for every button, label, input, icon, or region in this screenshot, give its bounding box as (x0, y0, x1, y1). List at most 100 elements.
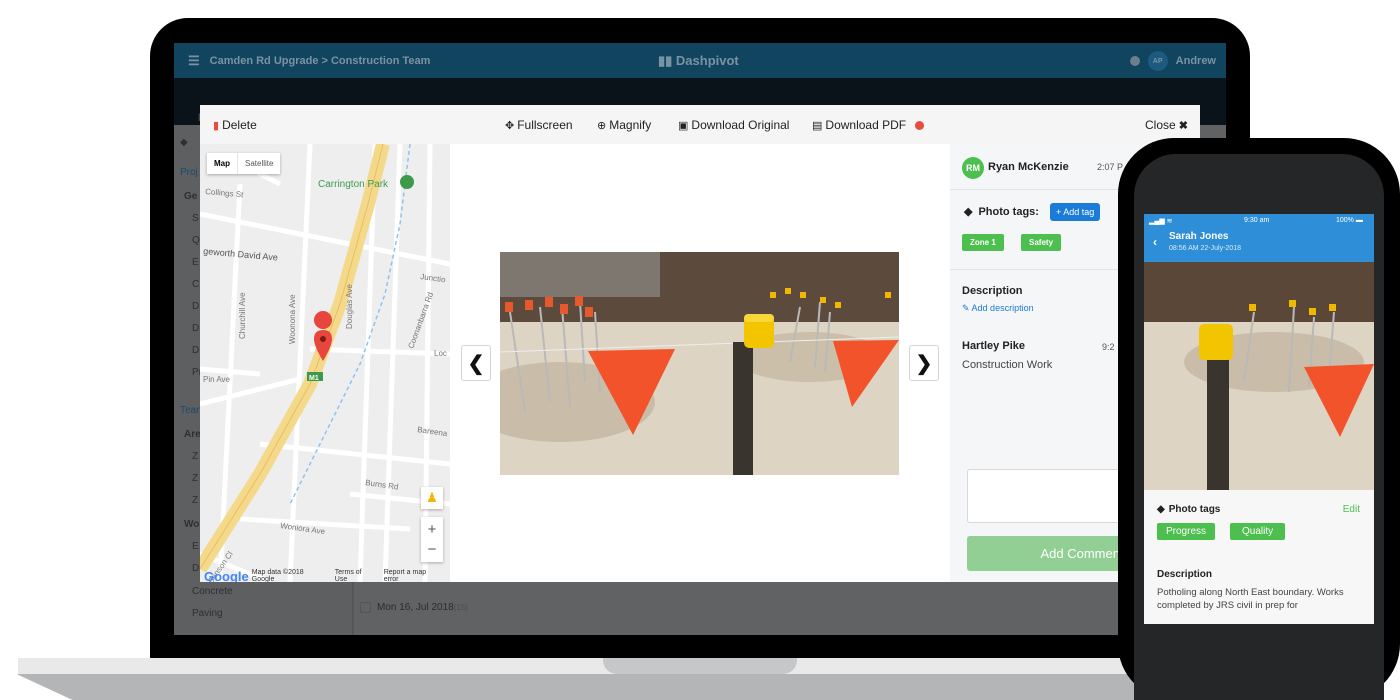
street-view-pegman-icon[interactable]: ♟ (421, 487, 443, 509)
map-zoom-out-button[interactable]: − (428, 540, 437, 560)
photo-time: 2:07 P (1097, 162, 1124, 172)
map-footer: Google Map data ©2018 Google Terms of Us… (200, 568, 450, 583)
author-avatar: RM (962, 157, 984, 179)
svg-text:Churchill Ave: Churchill Ave (238, 292, 247, 339)
add-description-link[interactable]: ✎ Add description (962, 303, 1034, 314)
image-icon: ▣ (678, 119, 689, 132)
phone-description-heading: Description (1157, 569, 1213, 580)
phone-tag-badge[interactable]: Quality (1230, 523, 1286, 540)
phone-tag-badge[interactable]: Progress (1157, 523, 1216, 540)
map-type-toggle: Map Satellite (207, 153, 281, 174)
svg-text:Bareena: Bareena (417, 425, 449, 438)
user-name[interactable]: Andrew (1176, 55, 1216, 67)
location-map[interactable]: Collings St geworth David Ave Churchill … (200, 144, 450, 582)
svg-text:Pin Ave: Pin Ave (203, 375, 231, 384)
recording-dot (915, 120, 925, 130)
author-name: Ryan McKenzie (988, 161, 1069, 173)
close-icon: ✖ (1178, 119, 1188, 132)
phone-header: ▂▄▆ ≋ 9:30 am 100% ▬ ‹ Sarah Jones 08:56… (1144, 214, 1374, 262)
field-author: Hartley Pike (962, 340, 1025, 352)
bar-chart-icon: ▮▮ (658, 53, 676, 68)
svg-text:Coonanbarra Rd: Coonanbarra Rd (406, 291, 435, 350)
sidebar-item-concrete[interactable]: Concrete (192, 586, 233, 597)
tag-icon: ◆ (1157, 504, 1165, 515)
sidebar-item[interactable]: D (192, 301, 199, 312)
app-header: ☰ Camden Rd Upgrade > Construction Team … (174, 43, 1226, 78)
tag-icon: ◆ (180, 137, 188, 148)
field-value: Construction Work (962, 359, 1053, 371)
map-terms-link[interactable]: Terms of Use (335, 569, 375, 582)
map-zoom-in-button[interactable]: + (428, 520, 437, 540)
phone-details: ◆ Photo tags Edit Progress Quality Descri… (1144, 490, 1374, 624)
download-original-button[interactable]: ▣ Download Original (678, 118, 789, 132)
add-tag-button[interactable]: + Add tag (1050, 203, 1101, 221)
tag-badge[interactable]: Safety (1021, 234, 1062, 251)
sidebar-group-areas: Are (184, 429, 201, 440)
sidebar-item[interactable]: D (192, 323, 199, 334)
delete-button[interactable]: ▮ Delete (213, 118, 257, 132)
sidebar-item[interactable]: Z (192, 451, 198, 462)
sidebar-team-link[interactable]: Tear (180, 405, 199, 416)
photo-tags-heading: ◆ Photo tags: (964, 205, 1039, 219)
word-file-icon: ▤ (812, 119, 823, 132)
zoom-in-icon: ⊕ (597, 119, 607, 132)
tag-badge[interactable]: Zone 1 (962, 234, 1004, 251)
map-type-map[interactable]: Map (207, 153, 237, 174)
svg-text:M1: M1 (309, 375, 319, 382)
google-logo: Google (204, 568, 249, 583)
field-time: 9:2 (1102, 342, 1115, 352)
sidebar-item[interactable]: Z (192, 473, 198, 484)
user-avatar[interactable]: AP (1147, 51, 1168, 71)
svg-text:Douglas Ave: Douglas Ave (345, 284, 354, 329)
previous-photo-button[interactable]: ❮ (461, 345, 491, 381)
photo-image (500, 252, 899, 475)
sidebar-item[interactable]: Q (192, 235, 200, 246)
description-heading: Description (962, 285, 1023, 297)
sidebar-project-link[interactable]: Proj (180, 167, 198, 178)
help-icon[interactable] (1129, 56, 1140, 66)
sidebar-item[interactable]: E (192, 257, 199, 268)
map-zoom-controls: + − (421, 517, 443, 562)
chevron-left-icon: ❮ (467, 352, 485, 375)
photo-viewer-modal: ▮ Delete ✥ Fullscreen ⊕ Magnify ▣ Download O… (200, 105, 1200, 582)
laptop-notch (603, 658, 797, 674)
date-group-count: (15) (453, 603, 468, 612)
sidebar-item[interactable]: Z (192, 495, 198, 506)
status-time: 9:30 am (1244, 217, 1270, 224)
brand-logo: ▮▮ Dashpivot (658, 53, 739, 69)
map-type-satellite[interactable]: Satellite (237, 153, 280, 174)
sidebar-item[interactable]: E (192, 541, 199, 552)
back-chevron-icon[interactable]: ‹ (1153, 235, 1157, 249)
download-pdf-button[interactable]: ▤ Download PDF (812, 118, 925, 132)
phone-title: Sarah Jones (1169, 231, 1229, 242)
phone-photo-tags-heading: ◆ Photo tags (1157, 504, 1221, 515)
breadcrumb[interactable]: Camden Rd Upgrade > Construction Team (210, 55, 431, 67)
user-menu[interactable]: AP Andrew (1129, 51, 1216, 71)
menu-icon[interactable]: ☰ (188, 53, 200, 69)
sidebar-item[interactable]: D (192, 563, 199, 574)
tag-icon: ◆ (964, 206, 973, 218)
sidebar-item[interactable]: D (192, 345, 199, 356)
date-group-row[interactable]: Mon 16, Jul 2018 (15) (360, 602, 468, 613)
map-report-link[interactable]: Report a map error (384, 569, 441, 582)
close-button[interactable]: Close ✖ (1145, 118, 1188, 132)
map-data-credit: Map data ©2018 Google (251, 569, 304, 582)
construction-photo (500, 252, 899, 475)
sidebar-item[interactable]: C (192, 279, 199, 290)
sidebar-item-paving[interactable]: Paving (192, 608, 223, 619)
svg-text:geworth David Ave: geworth David Ave (203, 246, 278, 262)
edit-tags-link[interactable]: Edit (1343, 504, 1360, 515)
svg-text:Loc: Loc (434, 349, 447, 358)
date-group-checkbox[interactable] (360, 602, 371, 613)
fullscreen-button[interactable]: ✥ Fullscreen (505, 118, 573, 132)
next-photo-button[interactable]: ❯ (909, 345, 939, 381)
sidebar-item[interactable]: S (192, 213, 199, 224)
svg-text:Burns Rd: Burns Rd (365, 478, 399, 492)
sidebar-group-general: Ge (184, 191, 198, 202)
phone-description-text: Potholing along North East boundary. Wor… (1157, 587, 1344, 611)
chevron-right-icon: ❯ (915, 352, 933, 375)
magnify-button[interactable]: ⊕ Magnify (597, 118, 651, 132)
brand-name: Dashpivot (675, 53, 739, 68)
sidebar-group-work: Wo (184, 519, 200, 530)
map-canvas: Collings St geworth David Ave Churchill … (200, 144, 450, 582)
